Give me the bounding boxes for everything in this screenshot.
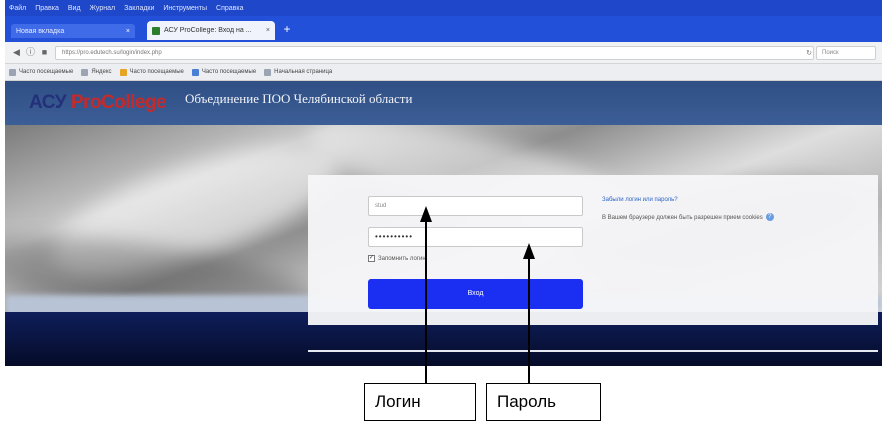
remember-checkbox[interactable]: ✓: [368, 255, 375, 262]
remember-username[interactable]: ✓ Запомнить логин: [368, 255, 426, 262]
bookmark-label: Часто посещаемые: [19, 69, 74, 75]
password-callout: Пароль: [486, 383, 601, 421]
bookmark-item[interactable]: Часто посещаемые: [9, 68, 74, 76]
password-field[interactable]: ••••••••••: [368, 227, 583, 247]
bookmarks-bar: Часто посещаемые Яндекс Часто посещаемые…: [5, 64, 882, 81]
info-circle-icon[interactable]: ⓘ: [25, 47, 36, 58]
bookmark-label: Часто посещаемые: [129, 69, 184, 75]
menu-item-file[interactable]: Файл: [9, 5, 26, 12]
tab-title: АСУ ProCollege: Вход на ...: [164, 27, 252, 34]
reload-icon[interactable]: ↻: [806, 49, 812, 57]
folder-icon: [191, 68, 199, 76]
back-arrow-icon[interactable]: ◀: [11, 47, 22, 58]
search-input[interactable]: Поиск: [816, 46, 876, 60]
folder-icon: [119, 68, 127, 76]
bookmark-item[interactable]: Начальная страница: [264, 68, 333, 76]
login-button[interactable]: Вход: [368, 279, 583, 309]
address-bar[interactable]: https://pro.edutech.su/login/index.php: [55, 46, 814, 60]
bookmark-label: Часто посещаемые: [201, 69, 257, 75]
close-tab-icon[interactable]: ×: [266, 27, 270, 34]
menu-item-view[interactable]: Вид: [68, 5, 81, 12]
cookies-notice: В Вашем браузере должен быть разрешен пр…: [602, 213, 842, 223]
cookies-text: В Вашем браузере должен быть разрешен пр…: [602, 215, 763, 221]
site-header: АСУ ProCollege Объединение ПОО Челябинск…: [5, 81, 882, 125]
tab-title: Новая вкладка: [16, 27, 65, 35]
lock-icon: ■: [41, 47, 48, 57]
menu-item-history[interactable]: Журнал: [90, 5, 116, 12]
menu-item-help[interactable]: Справка: [216, 5, 243, 12]
username-field[interactable]: stud: [368, 196, 583, 216]
home-icon: [264, 68, 272, 76]
logo-text-asu: АСУ: [29, 92, 71, 113]
login-card: stud •••••••••• ✓ Запомнить логин Вход З…: [308, 175, 878, 325]
bookmark-item[interactable]: Часто посещаемые: [191, 68, 257, 76]
menu-item-edit[interactable]: Правка: [35, 5, 59, 12]
bookmark-label: Яндекс: [91, 69, 112, 75]
bookmark-item[interactable]: Часто посещаемые: [119, 68, 184, 76]
tab-active[interactable]: АСУ ProCollege: Вход на ... ×: [147, 21, 275, 40]
navigation-bar: ◀ ⓘ ■ https://pro.edutech.su/login/index…: [5, 42, 882, 64]
close-tab-icon[interactable]: ×: [126, 28, 130, 35]
menu-item-bookmarks[interactable]: Закладки: [124, 5, 154, 12]
new-tab-button[interactable]: +: [281, 23, 293, 35]
bookmark-label: Начальная страница: [274, 69, 333, 75]
bookmark-item[interactable]: Яндекс: [81, 68, 112, 76]
menu-item-tools[interactable]: Инструменты: [163, 5, 207, 12]
yandex-icon: [81, 68, 89, 76]
site-title: Объединение ПОО Челябинской области: [185, 91, 413, 106]
logo-text-procollege: ProCollege: [70, 92, 167, 113]
tab-bar: Новая вкладка × АСУ ProCollege: Вход на …: [5, 16, 882, 42]
divider: [308, 350, 878, 352]
forgot-password-link[interactable]: Забыли логин или пароль?: [602, 197, 678, 203]
help-icon[interactable]: ?: [765, 213, 774, 222]
site-favicon-icon: [152, 26, 160, 35]
tab-new-tab[interactable]: Новая вкладка ×: [11, 24, 135, 38]
login-callout: Логин: [364, 383, 476, 421]
remember-label: Запомнить логин: [378, 255, 426, 262]
browser-screenshot: Файл Правка Вид Журнал Закладки Инструме…: [5, 0, 882, 366]
menu-bar: Файл Правка Вид Журнал Закладки Инструме…: [5, 0, 882, 16]
star-icon: [9, 68, 16, 76]
site-logo[interactable]: АСУ ProCollege: [29, 92, 167, 114]
